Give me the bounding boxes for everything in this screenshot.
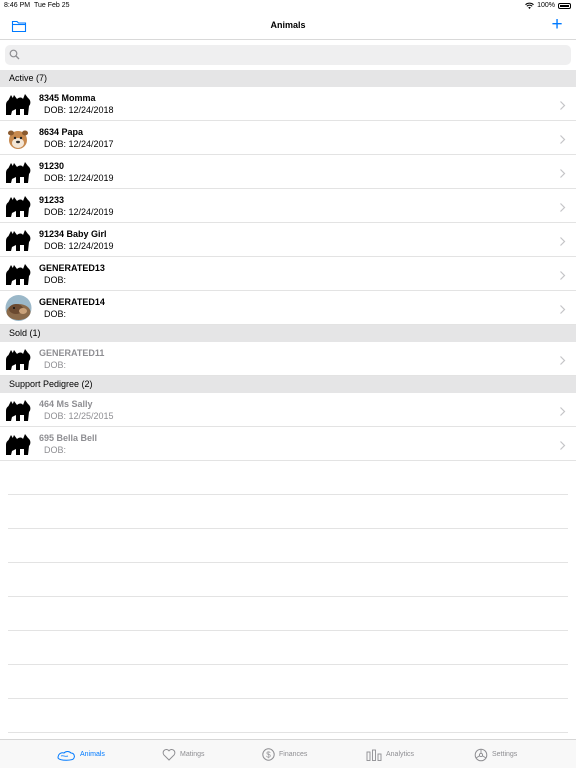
chevron-right-icon [559, 268, 566, 280]
animal-name: GENERATED14 [39, 297, 105, 307]
animal-row[interactable]: 91230 DOB: 12/24/2019 [0, 155, 576, 189]
animal-row[interactable]: GENERATED14 DOB: [0, 291, 576, 325]
animal-dob: DOB: [44, 309, 67, 319]
tab-finances[interactable]: $ Finances [262, 740, 307, 768]
section-header: Sold (1) [0, 325, 576, 342]
chevron-right-icon [559, 166, 566, 178]
animal-dob: DOB: [44, 275, 67, 285]
dollar-icon: $ [262, 748, 275, 761]
search-icon [9, 49, 20, 60]
animal-dob: DOB: 12/24/2019 [44, 173, 114, 183]
chevron-right-icon [559, 438, 566, 450]
chevron-right-icon [559, 200, 566, 212]
chevron-right-icon [559, 302, 566, 314]
heart-icon [162, 749, 176, 761]
search-input[interactable] [23, 47, 567, 63]
tab-matings-label: Matings [180, 751, 205, 758]
animal-silhouette-icon [5, 227, 32, 253]
chevron-right-icon [559, 132, 566, 144]
status-bar: 8:46 PM Tue Feb 25 100% [0, 0, 576, 13]
animal-photo [5, 295, 32, 321]
chevron-right-icon [559, 353, 566, 365]
animal-dob: DOB: 12/25/2015 [44, 411, 114, 421]
empty-row [8, 495, 568, 529]
tab-matings[interactable]: Matings [162, 740, 205, 768]
tab-animals-label: Animals [80, 751, 105, 758]
tab-finances-label: Finances [279, 751, 308, 758]
animal-silhouette-icon [5, 91, 32, 117]
tab-settings[interactable]: Settings [474, 740, 517, 768]
animal-silhouette-icon [5, 159, 32, 185]
animal-dob: DOB: 12/24/2019 [44, 207, 114, 217]
animal-name: 8634 Papa [39, 127, 84, 137]
tab-analytics[interactable]: Analytics [366, 740, 414, 768]
chevron-right-icon [559, 98, 566, 110]
animal-list: Active (7) 8345 Momma DOB: 12/24/2018 8634 … [0, 70, 576, 733]
section-header: Support Pedigree (2) [0, 376, 576, 393]
battery-icon [558, 2, 571, 9]
animal-row[interactable]: 91234 Baby Girl DOB: 12/24/2019 [0, 223, 576, 257]
empty-row [8, 461, 568, 495]
empty-row [8, 699, 568, 733]
animal-row[interactable]: 8345 Momma DOB: 12/24/2018 [0, 87, 576, 121]
animal-silhouette-icon [5, 346, 32, 372]
status-time: 8:46 PM Tue Feb 25 [4, 2, 70, 9]
animal-name: GENERATED13 [39, 263, 105, 273]
animal-silhouette-icon [5, 431, 32, 457]
animal-dob: DOB: [44, 445, 67, 455]
gear-icon [474, 748, 488, 761]
page-title: Animals [270, 20, 306, 30]
animal-row[interactable]: GENERATED13 DOB: [0, 257, 576, 291]
animals-icon [57, 750, 75, 761]
svg-text:$: $ [266, 750, 271, 759]
animal-name: GENERATED11 [39, 348, 105, 358]
chevron-right-icon [559, 234, 566, 246]
animal-photo [5, 125, 32, 151]
animal-silhouette-icon [5, 397, 32, 423]
animal-dob: DOB: 12/24/2019 [44, 241, 114, 251]
chevron-right-icon [559, 404, 566, 416]
animal-row[interactable]: GENERATED11 DOB: [0, 342, 576, 376]
tab-bar: Animals Matings $ Finances Analytics Set… [0, 739, 576, 768]
empty-row [8, 563, 568, 597]
animal-row[interactable]: 695 Bella Bell DOB: [0, 427, 576, 461]
animal-row[interactable]: 464 Ms Sally DOB: 12/25/2015 [0, 393, 576, 427]
empty-row [8, 529, 568, 563]
empty-row [8, 631, 568, 665]
search-bar[interactable] [5, 45, 571, 65]
empty-row [8, 597, 568, 631]
navigation-bar: Animals + [0, 13, 576, 40]
animal-dob: DOB: [44, 360, 67, 370]
animal-dob: DOB: 12/24/2017 [44, 139, 114, 149]
animal-dob: DOB: 12/24/2018 [44, 105, 114, 115]
status-right: 100% [525, 2, 571, 9]
animal-name: 695 Bella Bell [39, 433, 98, 443]
tab-settings-label: Settings [492, 751, 518, 758]
animal-row[interactable]: 91233 DOB: 12/24/2019 [0, 189, 576, 223]
animal-silhouette-icon [5, 193, 32, 219]
add-animal-button[interactable]: + [549, 15, 565, 34]
animal-silhouette-icon [5, 261, 32, 287]
animal-name: 91233 [39, 195, 65, 205]
animal-name: 8345 Momma [39, 93, 96, 103]
bar-chart-icon [366, 749, 382, 761]
animal-name: 464 Ms Sally [39, 399, 93, 409]
tab-animals[interactable]: Animals [56, 740, 105, 768]
empty-row [8, 665, 568, 699]
animal-name: 91230 [39, 161, 65, 171]
tab-analytics-label: Analytics [386, 751, 415, 758]
battery-percent: 100% [537, 2, 555, 9]
wifi-icon [525, 2, 534, 9]
animal-row[interactable]: 8634 Papa DOB: 12/24/2017 [0, 121, 576, 155]
animal-name: 91234 Baby Girl [39, 229, 107, 239]
section-header: Active (7) [0, 70, 576, 87]
